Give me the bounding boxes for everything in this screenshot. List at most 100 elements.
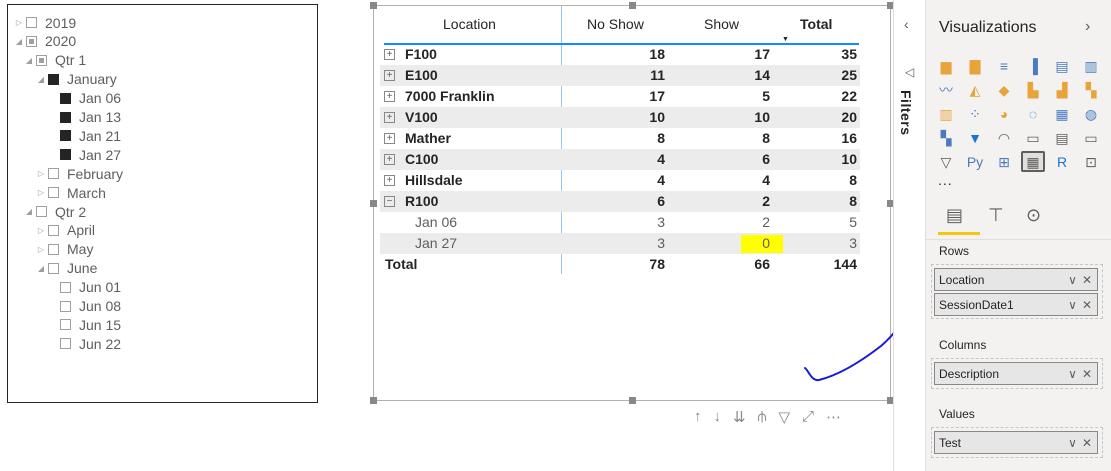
focus-mode-icon[interactable]: ⤢ bbox=[802, 408, 814, 426]
expand-hierarchy-icon[interactable]: ⫛ bbox=[758, 408, 767, 426]
collapse-minus-icon[interactable]: − bbox=[384, 196, 395, 207]
remove-icon[interactable]: ✕ bbox=[1082, 436, 1092, 450]
header-location[interactable]: Location bbox=[443, 16, 496, 32]
table-row[interactable]: + V100 10 10 20 bbox=[380, 107, 860, 128]
expand-toggle-icon[interactable]: ◢ bbox=[14, 37, 24, 46]
chevron-down-icon[interactable]: ∨ bbox=[1068, 273, 1077, 287]
visual-type-icon[interactable]: ◌ bbox=[1021, 103, 1045, 124]
resize-handle[interactable] bbox=[370, 200, 377, 207]
checkbox[interactable] bbox=[60, 338, 71, 350]
visual-type-icon[interactable]: ◆ bbox=[992, 79, 1016, 100]
remove-icon[interactable]: ✕ bbox=[1082, 367, 1092, 381]
slicer-item[interactable]: ▷ March bbox=[36, 183, 106, 202]
visual-type-icon[interactable]: ▽ bbox=[934, 151, 958, 172]
expand-plus-icon[interactable]: + bbox=[384, 91, 395, 102]
visual-type-icon[interactable]: ▼ bbox=[963, 127, 987, 148]
table-row[interactable]: Jan 27 3 0 3 bbox=[380, 233, 860, 254]
expand-plus-icon[interactable]: + bbox=[384, 175, 395, 186]
table-row[interactable]: − R100 6 2 8 bbox=[380, 191, 860, 212]
slicer-item[interactable]: Jun 01 bbox=[48, 278, 121, 297]
expand-plus-icon[interactable]: + bbox=[384, 154, 395, 165]
more-visuals-icon[interactable]: ... bbox=[938, 172, 953, 188]
expand-toggle-icon[interactable]: ◢ bbox=[36, 75, 46, 84]
slicer-item[interactable]: ◢ January bbox=[36, 70, 117, 89]
slicer-item[interactable]: Jan 13 bbox=[48, 108, 121, 127]
table-row[interactable]: + Hillsdale 4 4 8 bbox=[380, 170, 860, 191]
checkbox[interactable] bbox=[60, 319, 71, 331]
visual-type-icon[interactable]: ▤ bbox=[1050, 127, 1074, 148]
columns-field-description[interactable]: Description ∨ ✕ bbox=[934, 362, 1098, 385]
table-row[interactable]: + E100 11 14 25 bbox=[380, 65, 860, 86]
drill-up-icon[interactable]: ↑ bbox=[694, 408, 702, 426]
table-row[interactable]: Jan 06 3 2 5 bbox=[380, 212, 860, 233]
visual-type-icon[interactable]: ◍ bbox=[1079, 103, 1103, 124]
visual-type-icon[interactable]: ▭ bbox=[1021, 127, 1045, 148]
visual-type-icon[interactable]: ⊞ bbox=[992, 151, 1016, 172]
checkbox[interactable] bbox=[36, 54, 47, 66]
filter-icon[interactable]: ▽ bbox=[779, 408, 791, 426]
expand-plus-icon[interactable]: + bbox=[384, 49, 395, 60]
visual-type-icon[interactable]: Py bbox=[963, 151, 987, 172]
drill-down-icon[interactable]: ↓ bbox=[714, 408, 722, 426]
fields-tab-icon[interactable]: ▤ bbox=[946, 205, 963, 226]
resize-handle[interactable] bbox=[370, 397, 377, 404]
visual-type-icon[interactable]: ⊡ bbox=[1079, 151, 1103, 172]
slicer-item[interactable]: Jan 27 bbox=[48, 145, 121, 164]
slicer-item[interactable]: ▷ April bbox=[36, 221, 95, 240]
table-row[interactable]: +7000 Franklin 17 5 22 bbox=[380, 86, 860, 107]
table-visual-icon[interactable]: ▦ bbox=[1021, 151, 1045, 172]
visual-type-icon[interactable]: ▙ bbox=[1021, 79, 1045, 100]
checkbox[interactable] bbox=[26, 17, 37, 28]
checkbox[interactable] bbox=[60, 281, 71, 293]
rows-field-location[interactable]: Location ∨ ✕ bbox=[934, 268, 1098, 291]
next-level-icon[interactable]: ⇊ bbox=[733, 408, 746, 426]
chevron-down-icon[interactable]: ∨ bbox=[1068, 298, 1077, 312]
checkbox[interactable] bbox=[48, 73, 59, 85]
visual-type-icon[interactable]: ▚ bbox=[934, 127, 958, 148]
slicer-item[interactable]: ◢ 2020 bbox=[14, 32, 76, 51]
expand-toggle-icon[interactable]: ▷ bbox=[36, 169, 46, 178]
table-row[interactable]: + C100 4 6 10 bbox=[380, 149, 860, 170]
expand-plus-icon[interactable]: + bbox=[384, 133, 395, 144]
checkbox[interactable] bbox=[48, 224, 59, 236]
visual-type-icon[interactable]: R bbox=[1050, 151, 1074, 172]
slicer-item[interactable]: ▷ May bbox=[36, 240, 94, 259]
expand-toggle-icon[interactable]: ▷ bbox=[14, 18, 24, 27]
expand-toggle-icon[interactable]: ◢ bbox=[24, 56, 34, 65]
visual-type-icon[interactable]: ▇ bbox=[963, 55, 987, 76]
analytics-magnifier-icon[interactable]: ⊙ bbox=[1026, 205, 1041, 226]
slicer-item[interactable]: ◢ Qtr 1 bbox=[24, 51, 86, 70]
table-visual[interactable]: Location No Show Show Total ▼ + F100 18 17 3… bbox=[370, 2, 924, 404]
expand-plus-icon[interactable]: + bbox=[384, 70, 395, 81]
visual-type-icon[interactable]: ▐ bbox=[1021, 55, 1045, 76]
visual-type-icon[interactable]: ▦ bbox=[1050, 103, 1074, 124]
visual-type-icon[interactable]: ▥ bbox=[1079, 55, 1103, 76]
expand-toggle-icon[interactable]: ◢ bbox=[36, 264, 46, 273]
resize-handle[interactable] bbox=[629, 397, 636, 404]
table-row[interactable]: + Mather 8 8 16 bbox=[380, 128, 860, 149]
visual-type-icon[interactable]: ▤ bbox=[1050, 55, 1074, 76]
slicer-item[interactable]: ▷ February bbox=[36, 164, 123, 183]
visual-type-icon[interactable]: ◠ bbox=[992, 127, 1016, 148]
checkbox[interactable] bbox=[48, 262, 59, 274]
remove-icon[interactable]: ✕ bbox=[1082, 298, 1092, 312]
visual-type-icon[interactable]: ▚ bbox=[1079, 79, 1103, 100]
visual-type-icon[interactable]: ◕ bbox=[992, 103, 1016, 124]
format-paint-roller-icon[interactable]: ⊤ bbox=[988, 205, 1004, 226]
table-row[interactable]: + F100 18 17 35 bbox=[380, 44, 860, 65]
checkbox[interactable] bbox=[36, 206, 47, 217]
visual-type-icon[interactable]: ▟ bbox=[1050, 79, 1074, 100]
expand-toggle-icon[interactable]: ▷ bbox=[36, 188, 46, 197]
resize-handle[interactable] bbox=[370, 2, 377, 9]
chevron-down-icon[interactable]: ∨ bbox=[1068, 367, 1077, 381]
checkbox[interactable] bbox=[60, 149, 71, 161]
visual-type-icon[interactable]: ▆ bbox=[934, 55, 958, 76]
visual-type-icon[interactable]: ◭ bbox=[963, 79, 987, 100]
visual-type-icon[interactable]: ▥ bbox=[934, 103, 958, 124]
visual-type-icon[interactable]: ≡ bbox=[992, 55, 1016, 76]
visual-type-icon[interactable]: 〰 bbox=[934, 79, 958, 100]
chevron-left-icon[interactable]: ‹ bbox=[904, 16, 909, 32]
checkbox[interactable] bbox=[60, 130, 71, 142]
expand-toggle-icon[interactable]: ▷ bbox=[36, 245, 46, 254]
slicer-item[interactable]: Jan 06 bbox=[48, 89, 121, 108]
